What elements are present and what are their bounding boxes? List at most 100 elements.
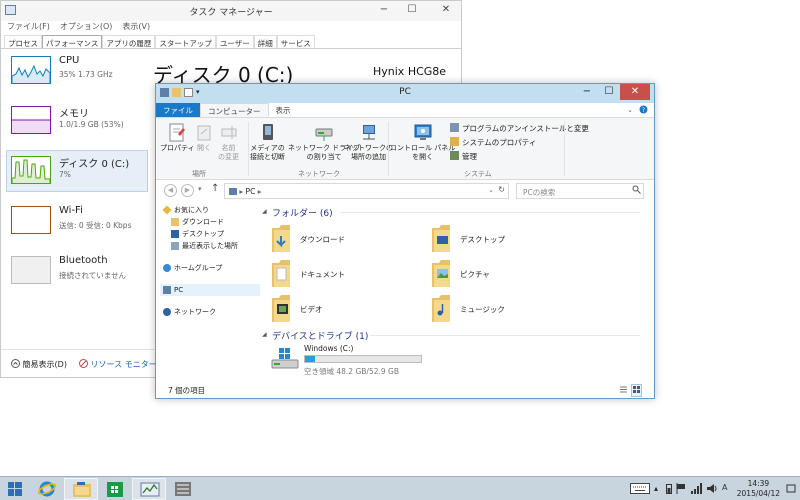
taskbar-store[interactable] — [98, 478, 132, 500]
search-input[interactable]: PCの検索 — [516, 183, 644, 199]
address-bar: ◀ ▶ ▾ ↑ ▸ PC ▸ ⌄ ↻ PCの検索 — [156, 180, 654, 202]
documents-folder-icon — [272, 260, 290, 287]
taskbar-control-panel[interactable] — [166, 478, 200, 500]
clock[interactable]: 14:39 2015/04/12 — [737, 479, 780, 499]
perf-item-bluetooth[interactable]: Bluetooth 接続されていません — [7, 251, 147, 291]
battery-icon[interactable] — [666, 483, 672, 496]
chevron-up-icon[interactable]: ▴ — [654, 484, 658, 493]
nav-homegroup[interactable]: ホームグループ — [160, 262, 260, 274]
volume-icon[interactable] — [706, 483, 718, 496]
maximize-button[interactable]: ☐ — [598, 84, 620, 100]
forward-button[interactable]: ▶ — [181, 184, 194, 197]
tiles-view-icon[interactable] — [631, 384, 642, 397]
tab-computer[interactable]: コンピューター — [200, 103, 269, 117]
drive-name: Windows (C:) — [304, 344, 354, 353]
collapse-arrow-icon[interactable]: ◢ — [262, 331, 267, 338]
netloc-label-1: ネットワークの — [344, 144, 393, 152]
clock-time: 14:39 — [747, 479, 770, 488]
perf-item-cpu[interactable]: CPU 35% 1.73 GHz — [7, 51, 147, 91]
start-button[interactable] — [4, 478, 26, 500]
media-connect-button[interactable]: メディアの 接続と切断 — [250, 122, 285, 162]
properties-button[interactable]: プロパティ — [160, 122, 195, 153]
address-path-text: PC — [245, 187, 256, 196]
maximize-button[interactable]: ☐ — [399, 1, 425, 21]
perf-item-name: メモリ — [59, 109, 89, 120]
close-button[interactable]: ✕ — [433, 1, 459, 21]
media-label-2: 接続と切断 — [250, 153, 285, 161]
taskbar-internet-explorer[interactable] — [30, 478, 64, 500]
menu-options[interactable]: オプション(O) — [60, 21, 113, 35]
collapse-arrow-icon[interactable]: ◢ — [262, 208, 267, 215]
back-button[interactable]: ◀ — [164, 184, 177, 197]
system-properties-button[interactable]: システムのプロパティ — [450, 137, 536, 148]
nav-downloads[interactable]: ダウンロード — [160, 216, 260, 228]
devices-section-header[interactable]: デバイスとドライブ (1) — [272, 329, 368, 342]
chevron-down-icon[interactable]: ⌄ — [623, 103, 637, 117]
performance-sidebar: CPU 35% 1.73 GHz メモリ 1.0/1.9 GB (53%) ディ… — [6, 51, 148, 301]
tab-details[interactable]: 詳細 — [253, 35, 277, 48]
disk-graph-thumbnail — [11, 156, 51, 184]
taskbar-task-manager[interactable] — [132, 478, 166, 500]
tab-services[interactable]: サービス — [276, 35, 315, 48]
up-arrow-icon[interactable]: ↑ — [211, 183, 219, 194]
manage-button[interactable]: 管理 — [450, 151, 477, 162]
nav-recent[interactable]: 最近表示した場所 — [160, 240, 260, 252]
task-manager-titlebar: タスク マネージャー − ☐ ✕ — [1, 1, 461, 21]
minimize-button[interactable]: − — [371, 1, 397, 21]
open-control-panel-button[interactable]: コントロール パネル を開く — [390, 122, 455, 162]
folders-section-header[interactable]: フォルダー (6) — [272, 206, 333, 219]
recent-locations-icon[interactable]: ▾ — [198, 185, 202, 193]
perf-item-name: Wi-Fi — [59, 205, 83, 216]
flag-icon[interactable] — [676, 483, 686, 496]
open-button[interactable]: 開く — [196, 122, 212, 153]
star-icon — [162, 205, 172, 215]
minimize-button[interactable]: − — [576, 84, 598, 100]
search-icon[interactable] — [632, 185, 641, 196]
rename-button[interactable]: 名前 の変更 — [218, 122, 239, 162]
tab-view[interactable]: 表示 — [269, 103, 298, 117]
chevron-down-icon[interactable]: ⌄ — [488, 186, 494, 194]
tab-file[interactable]: ファイル — [156, 103, 200, 117]
tab-startup[interactable]: スタートアップ — [155, 35, 216, 48]
tab-performance[interactable]: パフォーマンス — [42, 35, 103, 48]
address-path-box[interactable]: ▸ PC ▸ ⌄ ↻ — [224, 183, 509, 199]
open-label: 開く — [197, 144, 211, 152]
close-button[interactable]: ✕ — [620, 84, 650, 100]
nav-favorites[interactable]: お気に入り — [160, 204, 260, 216]
tab-users[interactable]: ユーザー — [215, 35, 254, 48]
perf-item-wifi[interactable]: Wi-Fi 送信: 0 受信: 0 Kbps — [7, 201, 147, 241]
pc-icon — [163, 286, 171, 294]
menu-view[interactable]: 表示(V) — [122, 21, 150, 35]
store-icon — [107, 482, 123, 497]
add-network-location-button[interactable]: ネットワークの 場所の追加 — [344, 122, 393, 162]
tab-processes[interactable]: プロセス — [4, 35, 42, 48]
taskbar-file-explorer[interactable] — [64, 478, 98, 500]
nav-pc[interactable]: PC — [160, 284, 260, 296]
uninstall-program-button[interactable]: プログラムのアンインストールと変更 — [450, 123, 589, 134]
file-explorer-icon — [73, 482, 91, 497]
uninstall-icon — [450, 123, 459, 132]
navigation-pane: お気に入り ダウンロード デスクトップ 最近表示した場所 ホームグループ PC … — [160, 204, 260, 318]
details-view-icon[interactable] — [619, 385, 628, 396]
perf-item-name: ディスク 0 (C:) — [59, 159, 130, 170]
perf-item-memory[interactable]: メモリ 1.0/1.9 GB (53%) — [7, 101, 147, 141]
perf-item-disk[interactable]: ディスク 0 (C:) 7% — [6, 150, 148, 192]
item-count: 7 個の項目 — [168, 386, 206, 395]
windows-logo-icon — [8, 482, 22, 496]
music-folder-icon — [432, 295, 450, 322]
menu-file[interactable]: ファイル(F) — [7, 21, 50, 35]
simple-view-label: 簡易表示(D) — [22, 360, 67, 369]
help-icon[interactable]: ? — [637, 103, 654, 117]
wifi-icon[interactable] — [690, 483, 702, 496]
disk-model: Hynix HCG8e — [373, 65, 447, 78]
refresh-icon[interactable]: ↻ — [498, 185, 505, 194]
tab-app-history[interactable]: アプリの履歴 — [102, 35, 156, 48]
clock-date: 2015/04/12 — [736, 489, 780, 498]
nav-desktop[interactable]: デスクトップ — [160, 228, 260, 240]
downloads-folder-icon — [272, 225, 290, 252]
ime-a-icon[interactable]: A — [722, 483, 727, 492]
nav-network[interactable]: ネットワーク — [160, 306, 260, 318]
keyboard-icon[interactable] — [630, 483, 650, 496]
simple-view-link[interactable]: 簡易表示(D) — [11, 359, 67, 370]
notification-icon[interactable] — [786, 483, 796, 496]
